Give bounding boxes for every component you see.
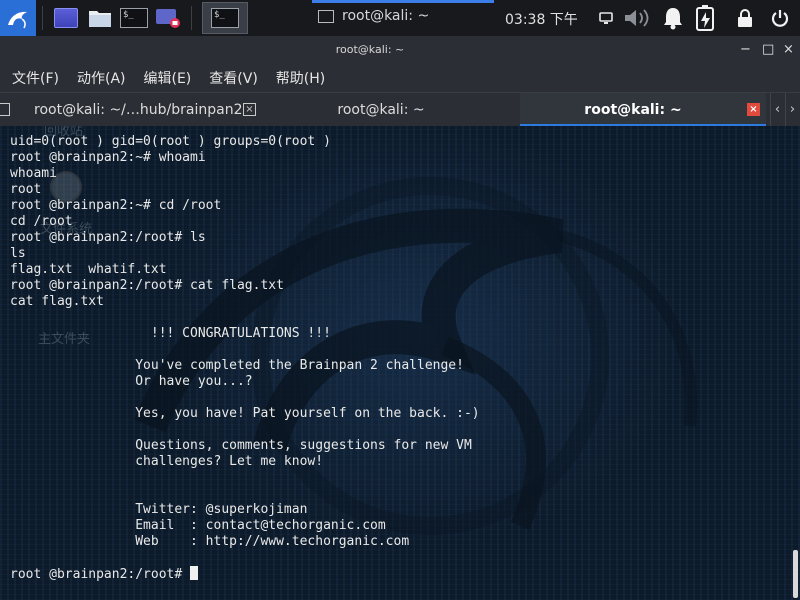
terminal-line: You've completed the Brainpan 2 challeng… — [10, 358, 464, 373]
tab-scroll-right[interactable]: › — [785, 93, 799, 126]
taskbar-window-title[interactable]: root@kali: ~ — [318, 8, 429, 24]
tab-label: root@kali: ~ — [584, 101, 682, 118]
taskbar-terminal-window[interactable]: $_ — [202, 2, 248, 34]
terminal-output: uid=0(root ) gid=0(root ) groups=0(root … — [10, 134, 480, 583]
terminal-view[interactable]: 回收站 文件系统 主文件夹 uid=0(root ) gid=0(root ) … — [0, 126, 800, 600]
panel-separator — [191, 6, 192, 30]
terminal-line: cd /root — [10, 214, 73, 229]
menu-action[interactable]: 动作(A) — [77, 68, 126, 88]
window-title: root@kali: ~ — [335, 43, 405, 56]
terminal-scrollbar[interactable] — [793, 550, 798, 598]
active-window-indicator — [312, 0, 494, 3]
terminal-launcher[interactable]: $_ — [119, 3, 149, 33]
terminal-line: Questions, comments, suggestions for new… — [10, 438, 472, 453]
tab-label: root@kali: ~/…hub/brainpan2 — [34, 101, 243, 118]
menu-edit[interactable]: 编辑(E) — [144, 68, 192, 88]
terminal-line: root @brainpan2:/root# ls — [10, 230, 206, 245]
tab-bar: root@kali: ~/…hub/brainpan2 × root@kali:… — [0, 92, 800, 127]
terminal-line: !!! CONGRATULATIONS !!! — [10, 326, 331, 341]
workspace-switcher[interactable] — [51, 3, 81, 33]
close-icon — [0, 103, 10, 116]
power-icon[interactable] — [770, 8, 790, 28]
terminal-prompt-line[interactable]: root @brainpan2:/root# — [10, 566, 480, 583]
lock-icon[interactable] — [736, 8, 754, 28]
terminal-line: whoami — [10, 166, 57, 181]
chevron-left-icon: ‹ — [774, 102, 781, 117]
terminal-line: root @brainpan2:/root# cat flag.txt — [10, 278, 284, 293]
tab-close-icon[interactable]: × — [747, 103, 760, 116]
terminal-line: uid=0(root ) gid=0(root ) groups=0(root … — [10, 134, 331, 149]
volume-icon[interactable] — [622, 6, 652, 30]
network-icon[interactable] — [598, 11, 614, 25]
terminal-line: root @brainpan2:~# whoami — [10, 150, 206, 165]
terminal-line: ls — [10, 246, 26, 261]
terminal-line: Twitter: @superkojiman — [10, 502, 308, 517]
application-menu-button[interactable] — [0, 0, 36, 36]
minimize-button[interactable]: − — [740, 42, 751, 57]
window-icon — [318, 9, 334, 23]
tab-brainpan2[interactable]: root@kali: ~/…hub/brainpan2 × — [12, 93, 262, 126]
battery-icon[interactable] — [694, 4, 716, 32]
file-manager-launcher[interactable] — [85, 3, 115, 33]
terminal-prompt: root @brainpan2:/root# — [10, 567, 191, 582]
panel-separator — [42, 6, 43, 30]
terminal-task-icon: $_ — [211, 8, 239, 28]
screen-recorder-icon — [156, 9, 180, 28]
tab-kali-home-active[interactable]: root@kali: ~ × — [520, 93, 766, 127]
menu-help[interactable]: 帮助(H) — [276, 68, 325, 88]
menu-file[interactable]: 文件(F) — [12, 68, 59, 88]
kali-dragon-icon — [8, 11, 27, 29]
file-manager-icon — [89, 11, 111, 27]
window-titlebar[interactable]: root@kali: ~ − □ × — [0, 36, 800, 64]
terminal-line: challenges? Let me know! — [10, 454, 324, 469]
terminal-line: flag.txt whatif.txt — [10, 262, 167, 277]
close-window-button[interactable]: × — [783, 42, 794, 57]
terminal-line: cat flag.txt — [10, 294, 104, 309]
tab-label: root@kali: ~ — [337, 101, 425, 118]
chevron-right-icon: › — [789, 102, 796, 117]
notification-bell-icon[interactable] — [660, 5, 686, 31]
terminal-icon: $_ — [120, 8, 148, 28]
menu-bar: 文件(F) 动作(A) 编辑(E) 查看(V) 帮助(H) — [0, 64, 800, 92]
terminal-line: Web : http://www.techorganic.com — [10, 534, 410, 549]
maximize-button[interactable]: □ — [762, 42, 774, 57]
tab-close-partial[interactable] — [0, 93, 10, 126]
clock[interactable]: 03:38 下午 — [505, 9, 578, 29]
terminal-line: Email : contact@techorganic.com — [10, 518, 386, 533]
terminal-line: Or have you...? — [10, 374, 253, 389]
tab-close-icon[interactable]: × — [243, 103, 256, 116]
terminal-line: root — [10, 182, 42, 197]
taskbar-window-title-text: root@kali: ~ — [342, 8, 430, 24]
terminal-line: root @brainpan2:~# cd /root — [10, 198, 222, 213]
screen-recorder-launcher[interactable] — [153, 3, 183, 33]
text-cursor — [190, 566, 199, 580]
tab-scroll-left[interactable]: ‹ — [770, 93, 784, 126]
tab-kali-home[interactable]: root@kali: ~ — [262, 93, 520, 126]
workspace-icon — [54, 8, 78, 28]
terminal-line: Yes, you have! Pat yourself on the back.… — [10, 406, 480, 421]
system-tray — [598, 0, 800, 36]
menu-view[interactable]: 查看(V) — [209, 68, 258, 88]
